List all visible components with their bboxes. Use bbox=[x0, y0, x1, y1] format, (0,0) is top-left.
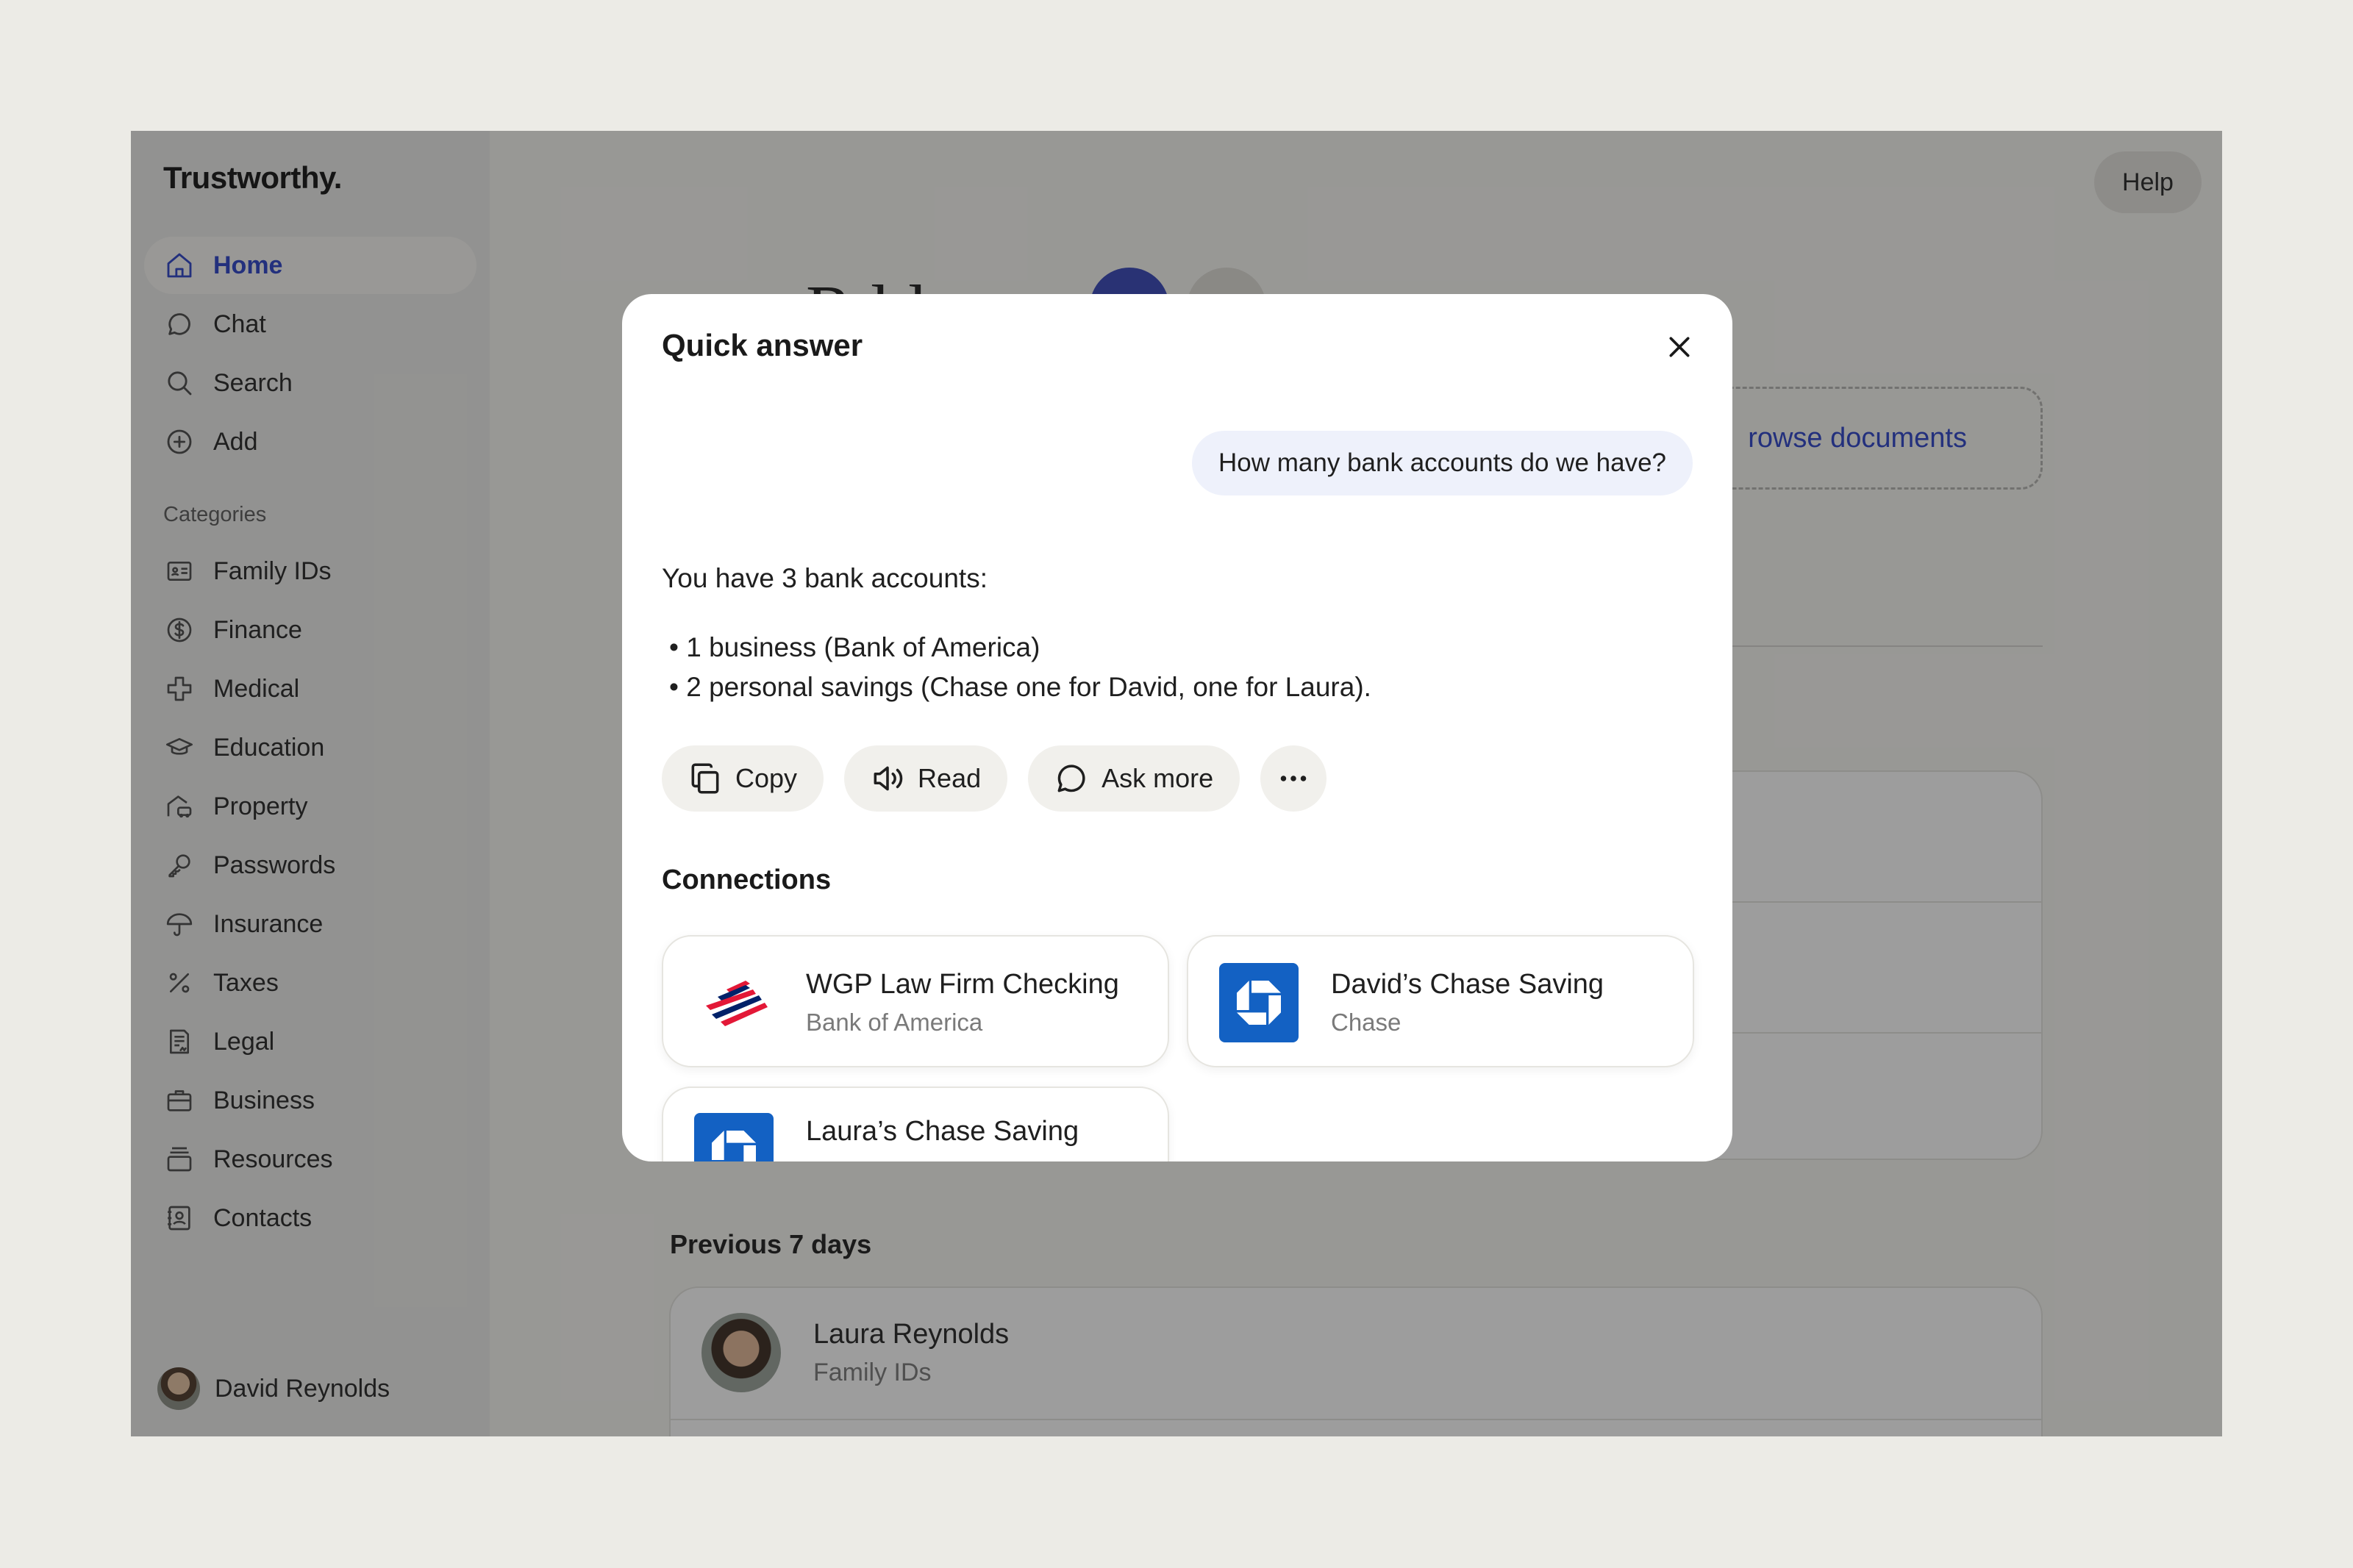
quick-answer-modal: Quick answer How many bank accounts do w… bbox=[622, 294, 1732, 1161]
answer-bullet: • 2 personal savings (Chase one for Davi… bbox=[669, 672, 1371, 702]
answer-bullet: • 1 business (Bank of America) bbox=[669, 632, 1040, 662]
bullet-text: 1 business (Bank of America) bbox=[686, 632, 1040, 662]
connections-heading: Connections bbox=[662, 864, 832, 895]
connection-name: WGP Law Firm Checking bbox=[806, 969, 1119, 1000]
question-bubble: How many bank accounts do we have? bbox=[1192, 431, 1693, 495]
more-options-button[interactable] bbox=[1260, 745, 1327, 812]
read-aloud-button[interactable]: Read bbox=[844, 745, 1008, 812]
ask-more-label: Ask more bbox=[1101, 763, 1214, 793]
app-window: Trustworthy. Home Chat Search Add Catego… bbox=[131, 131, 2222, 1436]
connection-card-wgp-checking[interactable]: WGP Law Firm Checking Bank of America bbox=[662, 935, 1169, 1067]
chat-bubble-icon bbox=[1057, 765, 1085, 792]
chase-logo bbox=[1219, 963, 1299, 1042]
bank-of-america-logo bbox=[694, 963, 774, 1042]
modal-title: Quick answer bbox=[662, 328, 863, 362]
connection-name: David’s Chase Saving bbox=[1331, 969, 1604, 1000]
connection-institution: Bank of America bbox=[806, 1009, 983, 1036]
copy-label: Copy bbox=[735, 763, 798, 793]
chase-logo bbox=[694, 1113, 774, 1161]
answer-text: You have 3 bank accounts: bbox=[662, 563, 988, 593]
ask-more-button[interactable]: Ask more bbox=[1028, 745, 1240, 812]
connection-card-laura-chase-saving[interactable]: Laura’s Chase Saving bbox=[662, 1086, 1169, 1161]
copy-icon bbox=[691, 763, 719, 794]
answer-bullets: • 1 business (Bank of America) • 2 perso… bbox=[669, 628, 1371, 707]
ellipsis-icon bbox=[1280, 776, 1307, 781]
speaker-icon bbox=[874, 766, 903, 791]
connection-institution: Chase bbox=[1331, 1009, 1402, 1036]
close-button[interactable] bbox=[1659, 326, 1700, 368]
connection-card-david-chase-saving[interactable]: David’s Chase Saving Chase bbox=[1187, 935, 1694, 1067]
close-icon bbox=[1669, 337, 1690, 357]
read-label: Read bbox=[918, 763, 982, 793]
bullet-text: 2 personal savings (Chase one for David,… bbox=[686, 672, 1371, 702]
connection-name: Laura’s Chase Saving bbox=[806, 1116, 1079, 1147]
copy-button[interactable]: Copy bbox=[662, 745, 824, 812]
answer-actions: Copy Read Ask more bbox=[662, 745, 1347, 812]
